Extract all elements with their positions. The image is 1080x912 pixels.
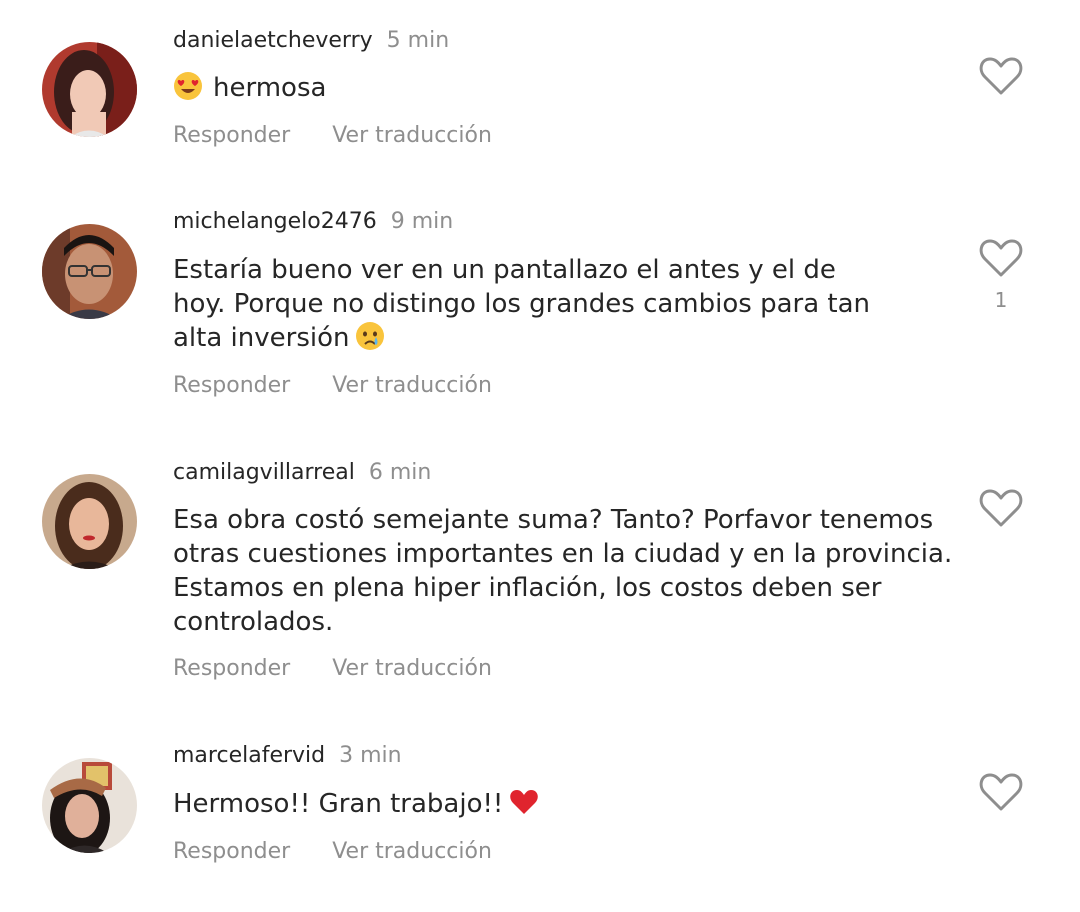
- username[interactable]: michelangelo2476: [173, 209, 377, 234]
- translate-button[interactable]: Ver traducción: [332, 839, 492, 864]
- comment-meta: danielaetcheverry 5 min: [173, 26, 449, 56]
- comment-actions: Responder Ver traducción: [173, 371, 492, 401]
- heart-outline-icon: [979, 773, 1023, 811]
- translate-button[interactable]: Ver traducción: [332, 373, 492, 398]
- comment-body: Hermoso!! Gran trabajo!!: [173, 789, 504, 819]
- heart-outline-icon: [979, 489, 1023, 527]
- crying-face-emoji: [356, 322, 385, 350]
- timestamp: 6 min: [368, 460, 432, 485]
- comment-text: Hermoso!! Gran trabajo!!: [173, 787, 953, 821]
- reply-button[interactable]: Responder: [173, 656, 290, 681]
- comment-meta: camilagvillarreal 6 min: [173, 458, 431, 488]
- comment-actions: Responder Ver traducción: [173, 654, 492, 684]
- comment-body: Esa obra costó semejante suma? Tanto? Po…: [173, 505, 953, 637]
- translate-button[interactable]: Ver traducción: [332, 656, 492, 681]
- timestamp: 5 min: [386, 28, 450, 53]
- username[interactable]: danielaetcheverry: [173, 28, 373, 53]
- like-button[interactable]: [978, 237, 1024, 279]
- username[interactable]: marcelafervid: [173, 743, 325, 768]
- username[interactable]: camilagvillarreal: [173, 460, 355, 485]
- avatar[interactable]: [42, 42, 137, 137]
- reply-button[interactable]: Responder: [173, 839, 290, 864]
- comment-actions: Responder Ver traducción: [173, 121, 492, 151]
- reply-button[interactable]: Responder: [173, 123, 290, 148]
- comment-actions: Responder Ver traducción: [173, 837, 492, 867]
- comment-meta: marcelafervid 3 min: [173, 741, 402, 771]
- timestamp: 3 min: [339, 743, 402, 768]
- like-count: 1: [994, 288, 1008, 312]
- heart-outline-icon: [979, 239, 1023, 277]
- like-button[interactable]: [978, 55, 1024, 97]
- translate-button[interactable]: Ver traducción: [332, 123, 492, 148]
- like-button[interactable]: [978, 487, 1024, 529]
- comment-text: Esa obra costó semejante suma? Tanto? Po…: [173, 503, 953, 639]
- comment-body: Estaría bueno ver en un pantallazo el an…: [173, 255, 871, 353]
- comment-meta: michelangelo2476 9 min: [173, 207, 453, 237]
- heart-eyes-emoji: [174, 72, 202, 100]
- reply-button[interactable]: Responder: [173, 373, 290, 398]
- comment-text: Estaría bueno ver en un pantallazo el an…: [173, 253, 893, 355]
- timestamp: 9 min: [390, 209, 454, 234]
- like-button[interactable]: [978, 771, 1024, 813]
- avatar[interactable]: [42, 758, 137, 853]
- comment-body: hermosa: [213, 73, 327, 103]
- avatar[interactable]: [42, 224, 137, 319]
- red-heart-emoji: [510, 790, 539, 814]
- avatar[interactable]: [42, 474, 137, 569]
- heart-outline-icon: [979, 57, 1023, 95]
- comment-text: hermosa: [173, 71, 953, 105]
